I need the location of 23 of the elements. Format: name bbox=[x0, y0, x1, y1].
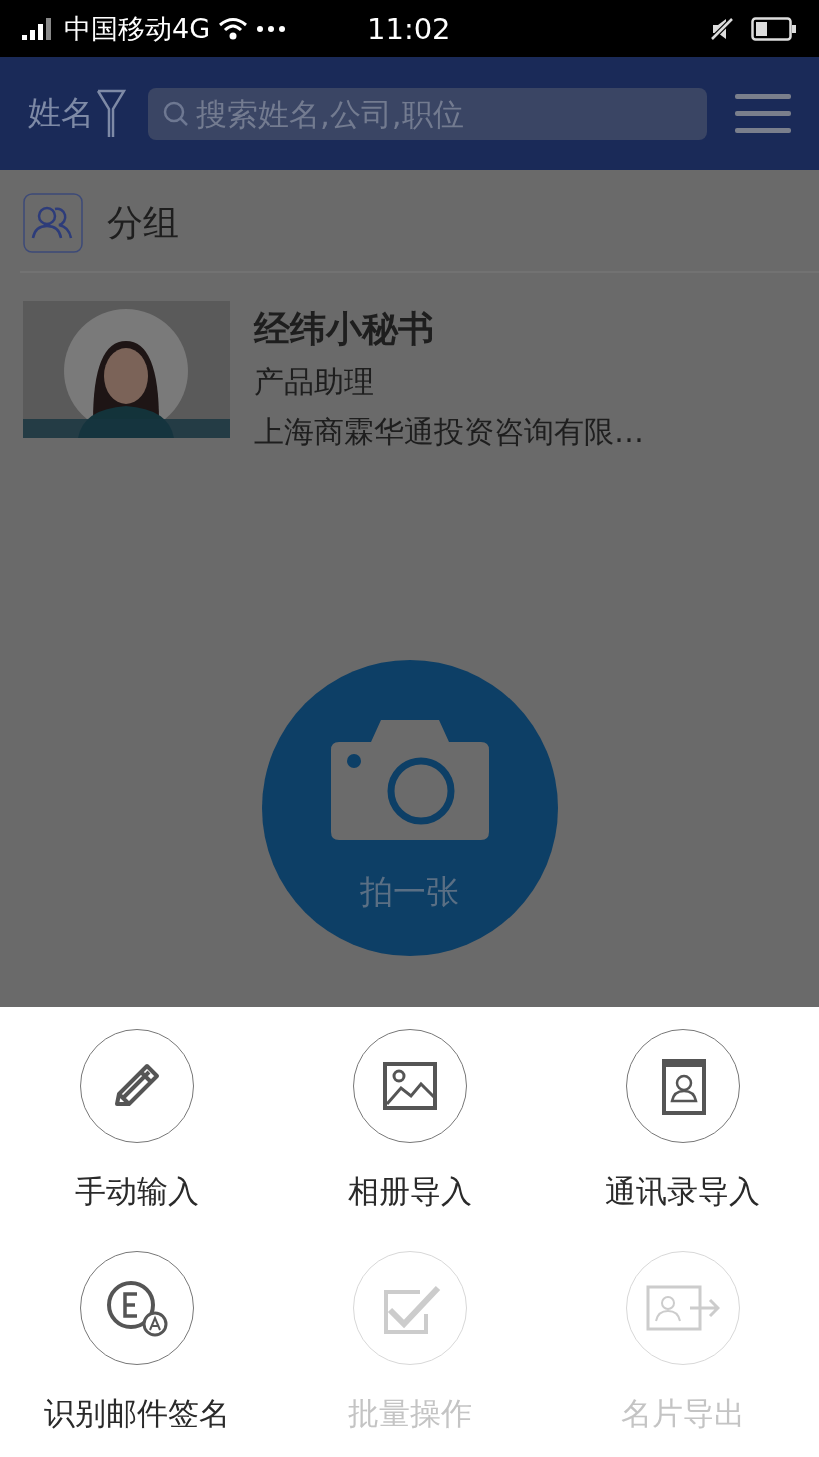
contact-title: 产品助理 bbox=[254, 363, 375, 401]
clock-time: 11:02 bbox=[367, 11, 452, 46]
group-label[interactable]: 分组 bbox=[107, 198, 179, 248]
take-photo-button[interactable]: 拍一张 bbox=[261, 660, 558, 956]
group-icon[interactable] bbox=[23, 193, 83, 253]
action-button[interactable]: 相册导入 bbox=[273, 1029, 546, 1211]
name-filter-button[interactable]: 姓名 bbox=[28, 88, 126, 139]
contact-company: 上海商霖华通投资咨询有限… bbox=[254, 413, 644, 451]
more-icon bbox=[256, 24, 287, 33]
email-signature-icon bbox=[104, 1278, 169, 1338]
export-icon bbox=[645, 1285, 720, 1331]
action-button[interactable]: 识别邮件签名 bbox=[0, 1251, 273, 1433]
action-button[interactable]: 手动输入 bbox=[0, 1029, 273, 1211]
battery-icon bbox=[751, 16, 797, 41]
filter-icon bbox=[96, 88, 126, 139]
wifi-icon bbox=[218, 16, 249, 41]
contact-name: 经纬小秘书 bbox=[254, 307, 435, 351]
carrier-name: 中国移动4G bbox=[64, 11, 211, 46]
image-icon bbox=[382, 1062, 437, 1110]
search-field[interactable]: 搜索姓名,公司,职位 bbox=[148, 87, 707, 140]
mute-icon bbox=[709, 15, 735, 42]
menu-icon[interactable] bbox=[735, 93, 791, 134]
action-button[interactable]: 通讯录导入 bbox=[546, 1029, 819, 1211]
